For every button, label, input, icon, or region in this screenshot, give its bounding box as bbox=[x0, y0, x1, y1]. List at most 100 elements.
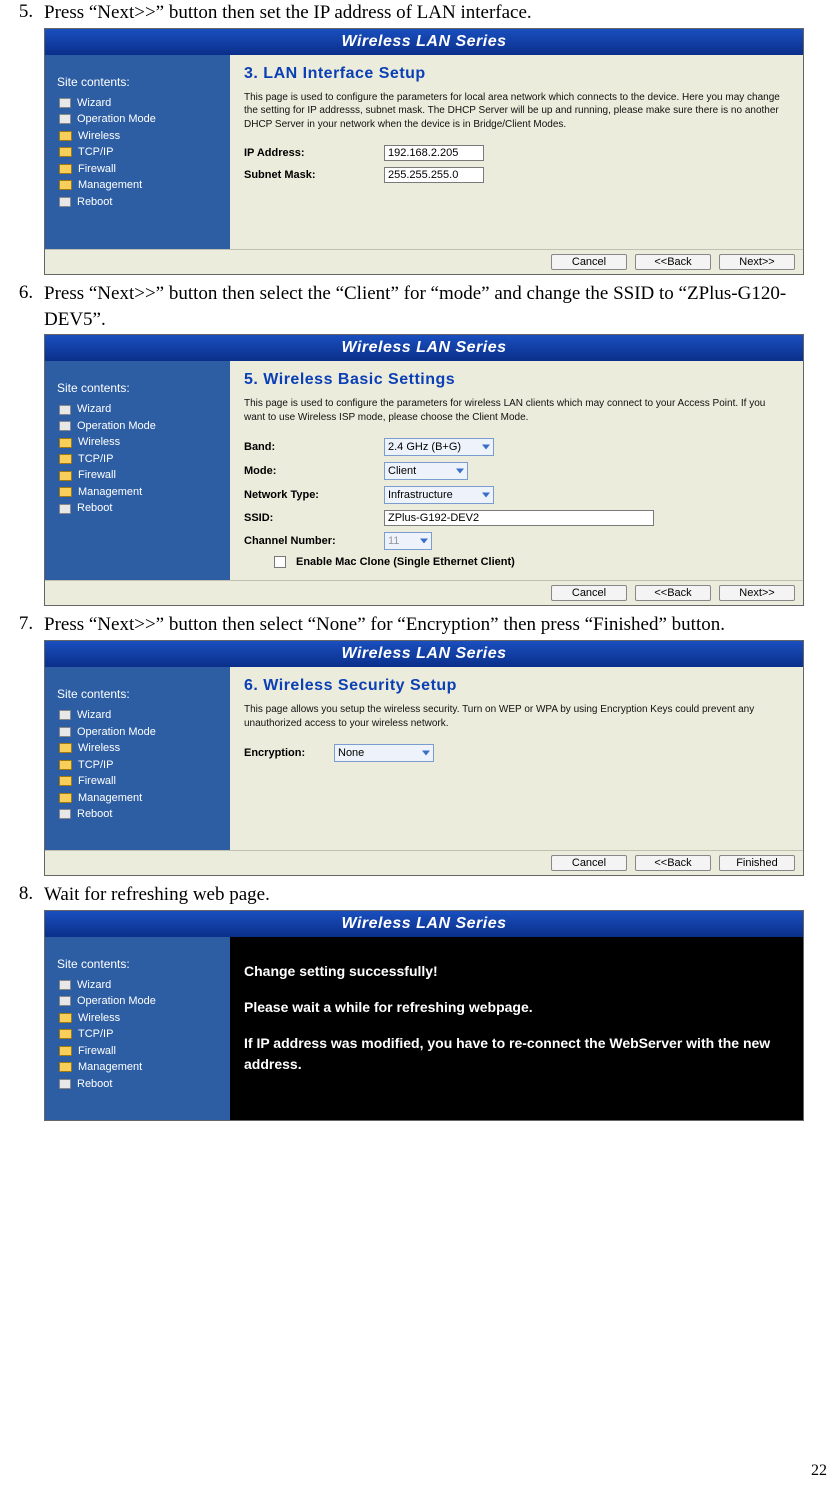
sidebar-item-wizard[interactable]: Wizard bbox=[59, 95, 230, 112]
folder-icon bbox=[59, 180, 72, 190]
sidebar-item-operation-mode[interactable]: Operation Mode bbox=[59, 111, 230, 128]
folder-icon bbox=[59, 147, 72, 157]
panel-title: 5. Wireless Basic Settings bbox=[244, 371, 789, 389]
folder-icon bbox=[59, 1013, 72, 1023]
sidebar-item-tcpip[interactable]: TCP/IP bbox=[59, 757, 230, 774]
sidebar-item-reboot[interactable]: Reboot bbox=[59, 500, 230, 517]
sidebar-item-management[interactable]: Management bbox=[59, 484, 230, 501]
step-number: 5. bbox=[8, 0, 44, 23]
sidebar-title: Site contents: bbox=[55, 381, 230, 395]
subnet-mask-input[interactable] bbox=[384, 167, 484, 183]
band-select[interactable]: 2.4 GHz (B+G) bbox=[384, 438, 494, 456]
sidebar-item-operation-mode[interactable]: Operation Mode bbox=[59, 418, 230, 435]
sidebar-item-firewall[interactable]: Firewall bbox=[59, 161, 230, 178]
sidebar-title: Site contents: bbox=[55, 687, 230, 701]
sidebar-item-operation-mode[interactable]: Operation Mode bbox=[59, 724, 230, 741]
network-type-label: Network Type: bbox=[244, 489, 384, 501]
file-icon bbox=[59, 710, 71, 720]
cancel-button[interactable]: Cancel bbox=[551, 855, 627, 871]
sidebar-item-management[interactable]: Management bbox=[59, 177, 230, 194]
sidebar: Site contents: Wizard Operation Mode Wir… bbox=[45, 667, 230, 850]
cancel-button[interactable]: Cancel bbox=[551, 254, 627, 270]
sidebar-title: Site contents: bbox=[55, 75, 230, 89]
mac-clone-checkbox[interactable] bbox=[274, 556, 286, 568]
sidebar-item-tcpip[interactable]: TCP/IP bbox=[59, 451, 230, 468]
step-number: 8. bbox=[8, 882, 44, 905]
sidebar: Site contents: Wizard Operation Mode Wir… bbox=[45, 937, 230, 1120]
app-title: Wireless LAN Series bbox=[45, 641, 803, 667]
sidebar-item-firewall[interactable]: Firewall bbox=[59, 467, 230, 484]
file-icon bbox=[59, 996, 71, 1006]
app-title: Wireless LAN Series bbox=[45, 335, 803, 361]
encryption-label: Encryption: bbox=[244, 747, 334, 759]
file-icon bbox=[59, 114, 71, 124]
sidebar-item-operation-mode[interactable]: Operation Mode bbox=[59, 993, 230, 1010]
sidebar-item-wizard[interactable]: Wizard bbox=[59, 977, 230, 994]
folder-icon bbox=[59, 471, 72, 481]
ip-address-input[interactable] bbox=[384, 145, 484, 161]
file-icon bbox=[59, 98, 71, 108]
step-number: 6. bbox=[8, 281, 44, 304]
sidebar-title: Site contents: bbox=[55, 957, 230, 971]
folder-icon bbox=[59, 760, 72, 770]
screenshot-wireless-basic: Wireless LAN Series Site contents: Wizar… bbox=[44, 334, 804, 606]
folder-icon bbox=[59, 793, 72, 803]
folder-icon bbox=[59, 1046, 72, 1056]
file-icon bbox=[59, 504, 71, 514]
app-title: Wireless LAN Series bbox=[45, 911, 803, 937]
sidebar-item-reboot[interactable]: Reboot bbox=[59, 1076, 230, 1093]
ssid-input[interactable] bbox=[384, 510, 654, 526]
sidebar-item-wizard[interactable]: Wizard bbox=[59, 401, 230, 418]
cancel-button[interactable]: Cancel bbox=[551, 585, 627, 601]
folder-icon bbox=[59, 487, 72, 497]
sidebar-item-tcpip[interactable]: TCP/IP bbox=[59, 1026, 230, 1043]
folder-icon bbox=[59, 438, 72, 448]
sidebar-item-tcpip[interactable]: TCP/IP bbox=[59, 144, 230, 161]
panel-title: 3. LAN Interface Setup bbox=[244, 65, 789, 83]
sidebar-item-management[interactable]: Management bbox=[59, 790, 230, 807]
ssid-label: SSID: bbox=[244, 512, 384, 524]
mode-label: Mode: bbox=[244, 465, 384, 477]
mode-select[interactable]: Client bbox=[384, 462, 468, 480]
file-icon bbox=[59, 727, 71, 737]
success-line-2: Please wait a while for refreshing webpa… bbox=[244, 997, 789, 1017]
sidebar-item-firewall[interactable]: Firewall bbox=[59, 1043, 230, 1060]
finished-button[interactable]: Finished bbox=[719, 855, 795, 871]
page-number: 22 bbox=[0, 1462, 839, 1480]
panel-description: This page allows you setup the wireless … bbox=[244, 703, 789, 730]
back-button[interactable]: <<Back bbox=[635, 585, 711, 601]
sidebar-item-management[interactable]: Management bbox=[59, 1059, 230, 1076]
folder-icon bbox=[59, 1062, 72, 1072]
file-icon bbox=[59, 197, 71, 207]
sidebar-item-reboot[interactable]: Reboot bbox=[59, 806, 230, 823]
sidebar-item-wireless[interactable]: Wireless bbox=[59, 128, 230, 145]
next-button[interactable]: Next>> bbox=[719, 585, 795, 601]
success-line-1: Change setting successfully! bbox=[244, 961, 789, 981]
app-title: Wireless LAN Series bbox=[45, 29, 803, 55]
panel-description: This page is used to configure the param… bbox=[244, 397, 789, 424]
back-button[interactable]: <<Back bbox=[635, 254, 711, 270]
channel-select: 11 bbox=[384, 532, 432, 550]
sidebar-item-reboot[interactable]: Reboot bbox=[59, 194, 230, 211]
next-button[interactable]: Next>> bbox=[719, 254, 795, 270]
sidebar-item-wireless[interactable]: Wireless bbox=[59, 740, 230, 757]
folder-icon bbox=[59, 164, 72, 174]
screenshot-success: Wireless LAN Series Site contents: Wizar… bbox=[44, 910, 804, 1121]
encryption-select[interactable]: None bbox=[334, 744, 434, 762]
network-type-select[interactable]: Infrastructure bbox=[384, 486, 494, 504]
sidebar-item-wizard[interactable]: Wizard bbox=[59, 707, 230, 724]
sidebar-item-firewall[interactable]: Firewall bbox=[59, 773, 230, 790]
sidebar-item-wireless[interactable]: Wireless bbox=[59, 434, 230, 451]
step-text: Press “Next>>” button then select the “C… bbox=[44, 281, 831, 332]
folder-icon bbox=[59, 1029, 72, 1039]
file-icon bbox=[59, 421, 71, 431]
step-number: 7. bbox=[8, 612, 44, 635]
back-button[interactable]: <<Back bbox=[635, 855, 711, 871]
mac-clone-label: Enable Mac Clone (Single Ethernet Client… bbox=[296, 556, 515, 568]
band-label: Band: bbox=[244, 441, 384, 453]
step-text: Press “Next>>” button then select “None”… bbox=[44, 612, 831, 638]
file-icon bbox=[59, 809, 71, 819]
sidebar-item-wireless[interactable]: Wireless bbox=[59, 1010, 230, 1027]
ip-address-label: IP Address: bbox=[244, 147, 384, 159]
folder-icon bbox=[59, 743, 72, 753]
